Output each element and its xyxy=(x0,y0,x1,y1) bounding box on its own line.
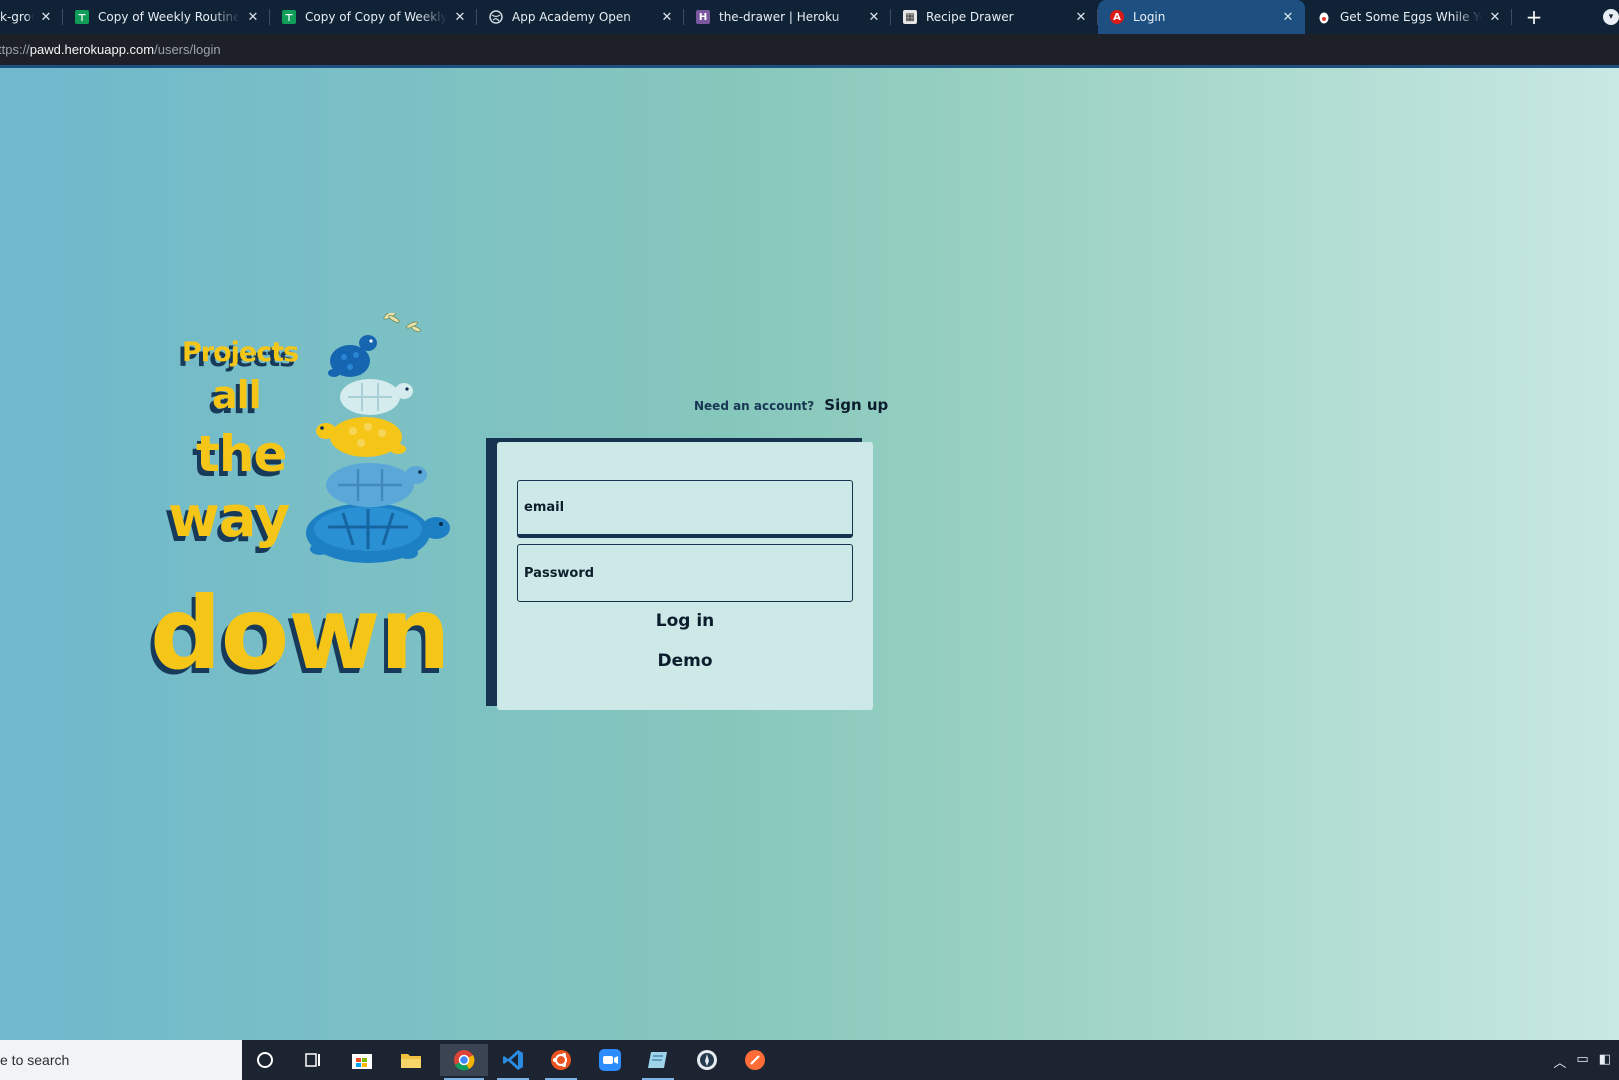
tab-title: Login xyxy=(1133,10,1166,24)
url-host: pawd.herokuapp.com xyxy=(29,42,155,57)
browser-tab-bar: k-group ✕ Copy of Weekly Routine Te ✕ Co… xyxy=(0,0,1619,34)
tab-search-icon[interactable]: ▾ xyxy=(1603,9,1619,25)
egg-icon xyxy=(1317,10,1331,24)
zoom-icon[interactable] xyxy=(590,1044,630,1076)
hero-word-way: way xyxy=(168,485,290,550)
sheets-icon xyxy=(75,10,89,24)
login-button[interactable]: Log in xyxy=(517,610,853,632)
close-tab-icon[interactable]: ✕ xyxy=(1074,10,1088,25)
cortana-icon[interactable] xyxy=(245,1044,285,1076)
chrome-icon[interactable] xyxy=(440,1044,488,1080)
volume-icon[interactable]: ◧ xyxy=(1599,1052,1611,1071)
postman-icon[interactable] xyxy=(735,1044,775,1076)
tab-title: Get Some Eggs While You'r xyxy=(1340,10,1482,24)
store-icon[interactable] xyxy=(342,1044,382,1076)
hero-word-all: all xyxy=(212,373,262,417)
browser-tab[interactable]: Get Some Eggs While You'r ✕ xyxy=(1305,0,1512,34)
notepad-icon[interactable] xyxy=(638,1044,678,1080)
heroku-icon: H xyxy=(696,10,710,24)
hero-word-projects: Projects xyxy=(182,337,299,368)
tab-title: k-group xyxy=(0,10,33,24)
os-taskbar: e to search ︿ ▭ ◧ xyxy=(0,1040,1619,1080)
hero-word-the: the xyxy=(196,425,287,483)
network-icon[interactable]: ▭ xyxy=(1576,1052,1588,1071)
url-scheme: ttps:// xyxy=(0,42,30,57)
browser-tab-active[interactable]: A Login ✕ xyxy=(1098,0,1305,34)
signup-hint-text: Need an account? xyxy=(694,399,815,413)
close-tab-icon[interactable]: ✕ xyxy=(1281,10,1295,25)
browser-tab[interactable]: k-group ✕ xyxy=(0,0,63,34)
recipe-icon: ▦ xyxy=(903,10,917,24)
login-form: Log in Demo xyxy=(497,442,873,710)
taskbar-search-box[interactable]: e to search xyxy=(0,1040,242,1080)
browser-tab[interactable]: ▦ Recipe Drawer ✕ xyxy=(891,0,1098,34)
vscode-icon[interactable] xyxy=(493,1044,533,1080)
signup-prompt: Need an account? Sign up xyxy=(694,396,888,414)
tab-title: Copy of Weekly Routine Te xyxy=(98,10,240,24)
browser-tab[interactable]: Copy of Copy of Weekly Ro ✕ xyxy=(270,0,477,34)
tab-title: the-drawer | Heroku xyxy=(719,10,840,24)
password-field[interactable] xyxy=(517,544,853,602)
chevron-up-icon[interactable]: ︿ xyxy=(1553,1052,1566,1071)
tab-title: App Academy Open xyxy=(512,10,631,24)
address-bar[interactable]: ttps://pawd.herokuapp.com/users/login xyxy=(0,34,1619,68)
signup-link[interactable]: Sign up xyxy=(824,396,888,414)
close-tab-icon[interactable]: ✕ xyxy=(39,10,53,25)
sheets-icon xyxy=(282,10,296,24)
dragonfly-icon xyxy=(383,313,422,333)
browser-tab[interactable]: App Academy Open ✕ xyxy=(477,0,684,34)
turtle-stack-illustration xyxy=(306,313,450,563)
taskbar-search-text: e to search xyxy=(0,1052,70,1068)
angular-icon: A xyxy=(1110,10,1124,24)
task-view-icon[interactable] xyxy=(293,1044,333,1076)
close-tab-icon[interactable]: ✕ xyxy=(246,10,260,25)
url-path: /users/login xyxy=(154,42,221,57)
new-tab-button[interactable]: + xyxy=(1524,5,1544,29)
globe-icon xyxy=(489,10,503,24)
browser-tab[interactable]: H the-drawer | Heroku ✕ xyxy=(684,0,891,34)
ubuntu-icon[interactable] xyxy=(541,1044,581,1080)
hero-word-down: down xyxy=(150,575,451,692)
email-field[interactable] xyxy=(517,480,853,538)
tab-title: Recipe Drawer xyxy=(926,10,1014,24)
close-tab-icon[interactable]: ✕ xyxy=(453,10,467,25)
demo-button[interactable]: Demo xyxy=(517,650,853,672)
hero-artwork: Projects all the way down xyxy=(140,313,460,723)
mongodb-compass-icon[interactable] xyxy=(687,1044,727,1076)
close-tab-icon[interactable]: ✕ xyxy=(1488,10,1502,25)
file-explorer-icon[interactable] xyxy=(391,1044,431,1076)
system-tray: ︿ ▭ ◧ xyxy=(1553,1052,1611,1071)
close-tab-icon[interactable]: ✕ xyxy=(660,10,674,25)
login-page: Projects all the way down Need an accoun… xyxy=(0,68,1619,1040)
close-tab-icon[interactable]: ✕ xyxy=(867,10,881,25)
tab-title: Copy of Copy of Weekly Ro xyxy=(305,10,447,24)
browser-tab[interactable]: Copy of Weekly Routine Te ✕ xyxy=(63,0,270,34)
